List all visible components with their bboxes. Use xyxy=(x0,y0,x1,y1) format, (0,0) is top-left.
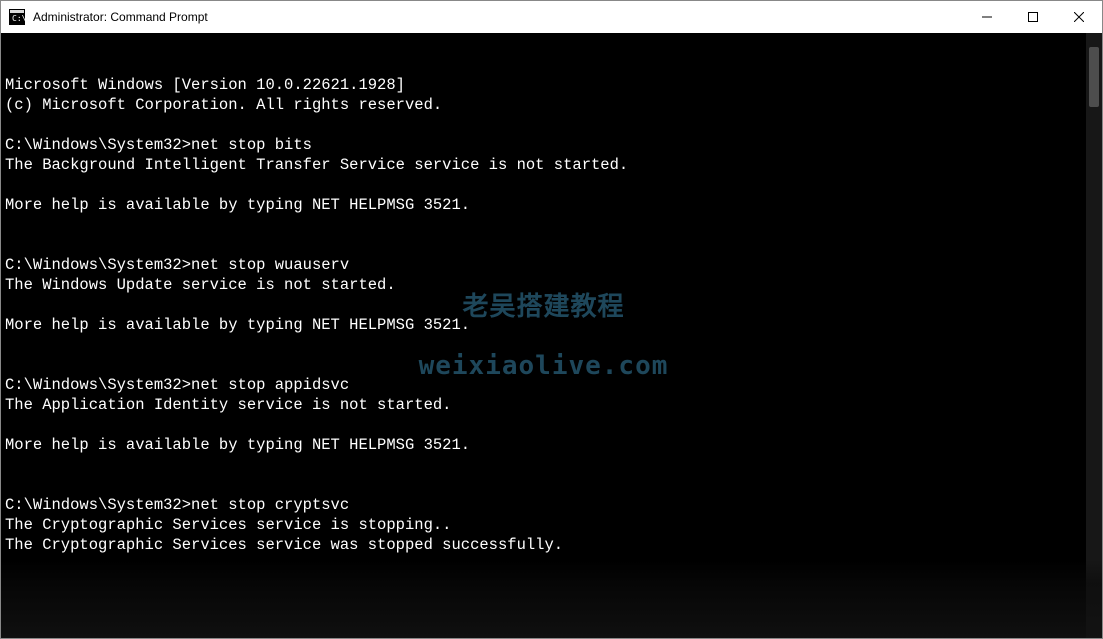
terminal-line: The Application Identity service is not … xyxy=(5,395,1082,415)
terminal-line xyxy=(5,475,1082,495)
scrollbar-thumb[interactable] xyxy=(1089,47,1099,107)
terminal-line xyxy=(5,455,1082,475)
svg-text:C:\: C:\ xyxy=(12,14,25,23)
vertical-scrollbar[interactable] xyxy=(1086,33,1102,638)
terminal-line xyxy=(5,335,1082,355)
terminal-line xyxy=(5,235,1082,255)
close-button[interactable] xyxy=(1056,1,1102,33)
terminal-line: Microsoft Windows [Version 10.0.22621.19… xyxy=(5,75,1082,95)
terminal-line xyxy=(5,355,1082,375)
terminal-line: The Windows Update service is not starte… xyxy=(5,275,1082,295)
terminal-line xyxy=(5,215,1082,235)
terminal-line xyxy=(5,415,1082,435)
terminal-line: (c) Microsoft Corporation. All rights re… xyxy=(5,95,1082,115)
terminal-area: Microsoft Windows [Version 10.0.22621.19… xyxy=(1,33,1102,638)
terminal-line: More help is available by typing NET HEL… xyxy=(5,435,1082,455)
titlebar[interactable]: C:\ Administrator: Command Prompt xyxy=(1,1,1102,33)
terminal-line xyxy=(5,115,1082,135)
terminal-line: The Cryptographic Services service was s… xyxy=(5,535,1082,555)
terminal-line xyxy=(5,555,1082,575)
maximize-button[interactable] xyxy=(1010,1,1056,33)
terminal-line xyxy=(5,575,1082,595)
terminal-line: C:\Windows\System32>net stop cryptsvc xyxy=(5,495,1082,515)
window-controls xyxy=(964,1,1102,33)
terminal-line: C:\Windows\System32>net stop bits xyxy=(5,135,1082,155)
terminal-output[interactable]: Microsoft Windows [Version 10.0.22621.19… xyxy=(1,33,1086,638)
cmd-window: C:\ Administrator: Command Prompt Micros… xyxy=(0,0,1103,639)
terminal-line: More help is available by typing NET HEL… xyxy=(5,315,1082,335)
terminal-line: C:\Windows\System32>net stop appidsvc xyxy=(5,375,1082,395)
terminal-line: The Cryptographic Services service is st… xyxy=(5,515,1082,535)
terminal-line: C:\Windows\System32>net stop wuauserv xyxy=(5,255,1082,275)
terminal-line xyxy=(5,175,1082,195)
minimize-button[interactable] xyxy=(964,1,1010,33)
terminal-line: More help is available by typing NET HEL… xyxy=(5,195,1082,215)
window-title: Administrator: Command Prompt xyxy=(33,10,964,24)
terminal-line: The Background Intelligent Transfer Serv… xyxy=(5,155,1082,175)
cmd-icon: C:\ xyxy=(9,9,25,25)
terminal-line xyxy=(5,295,1082,315)
